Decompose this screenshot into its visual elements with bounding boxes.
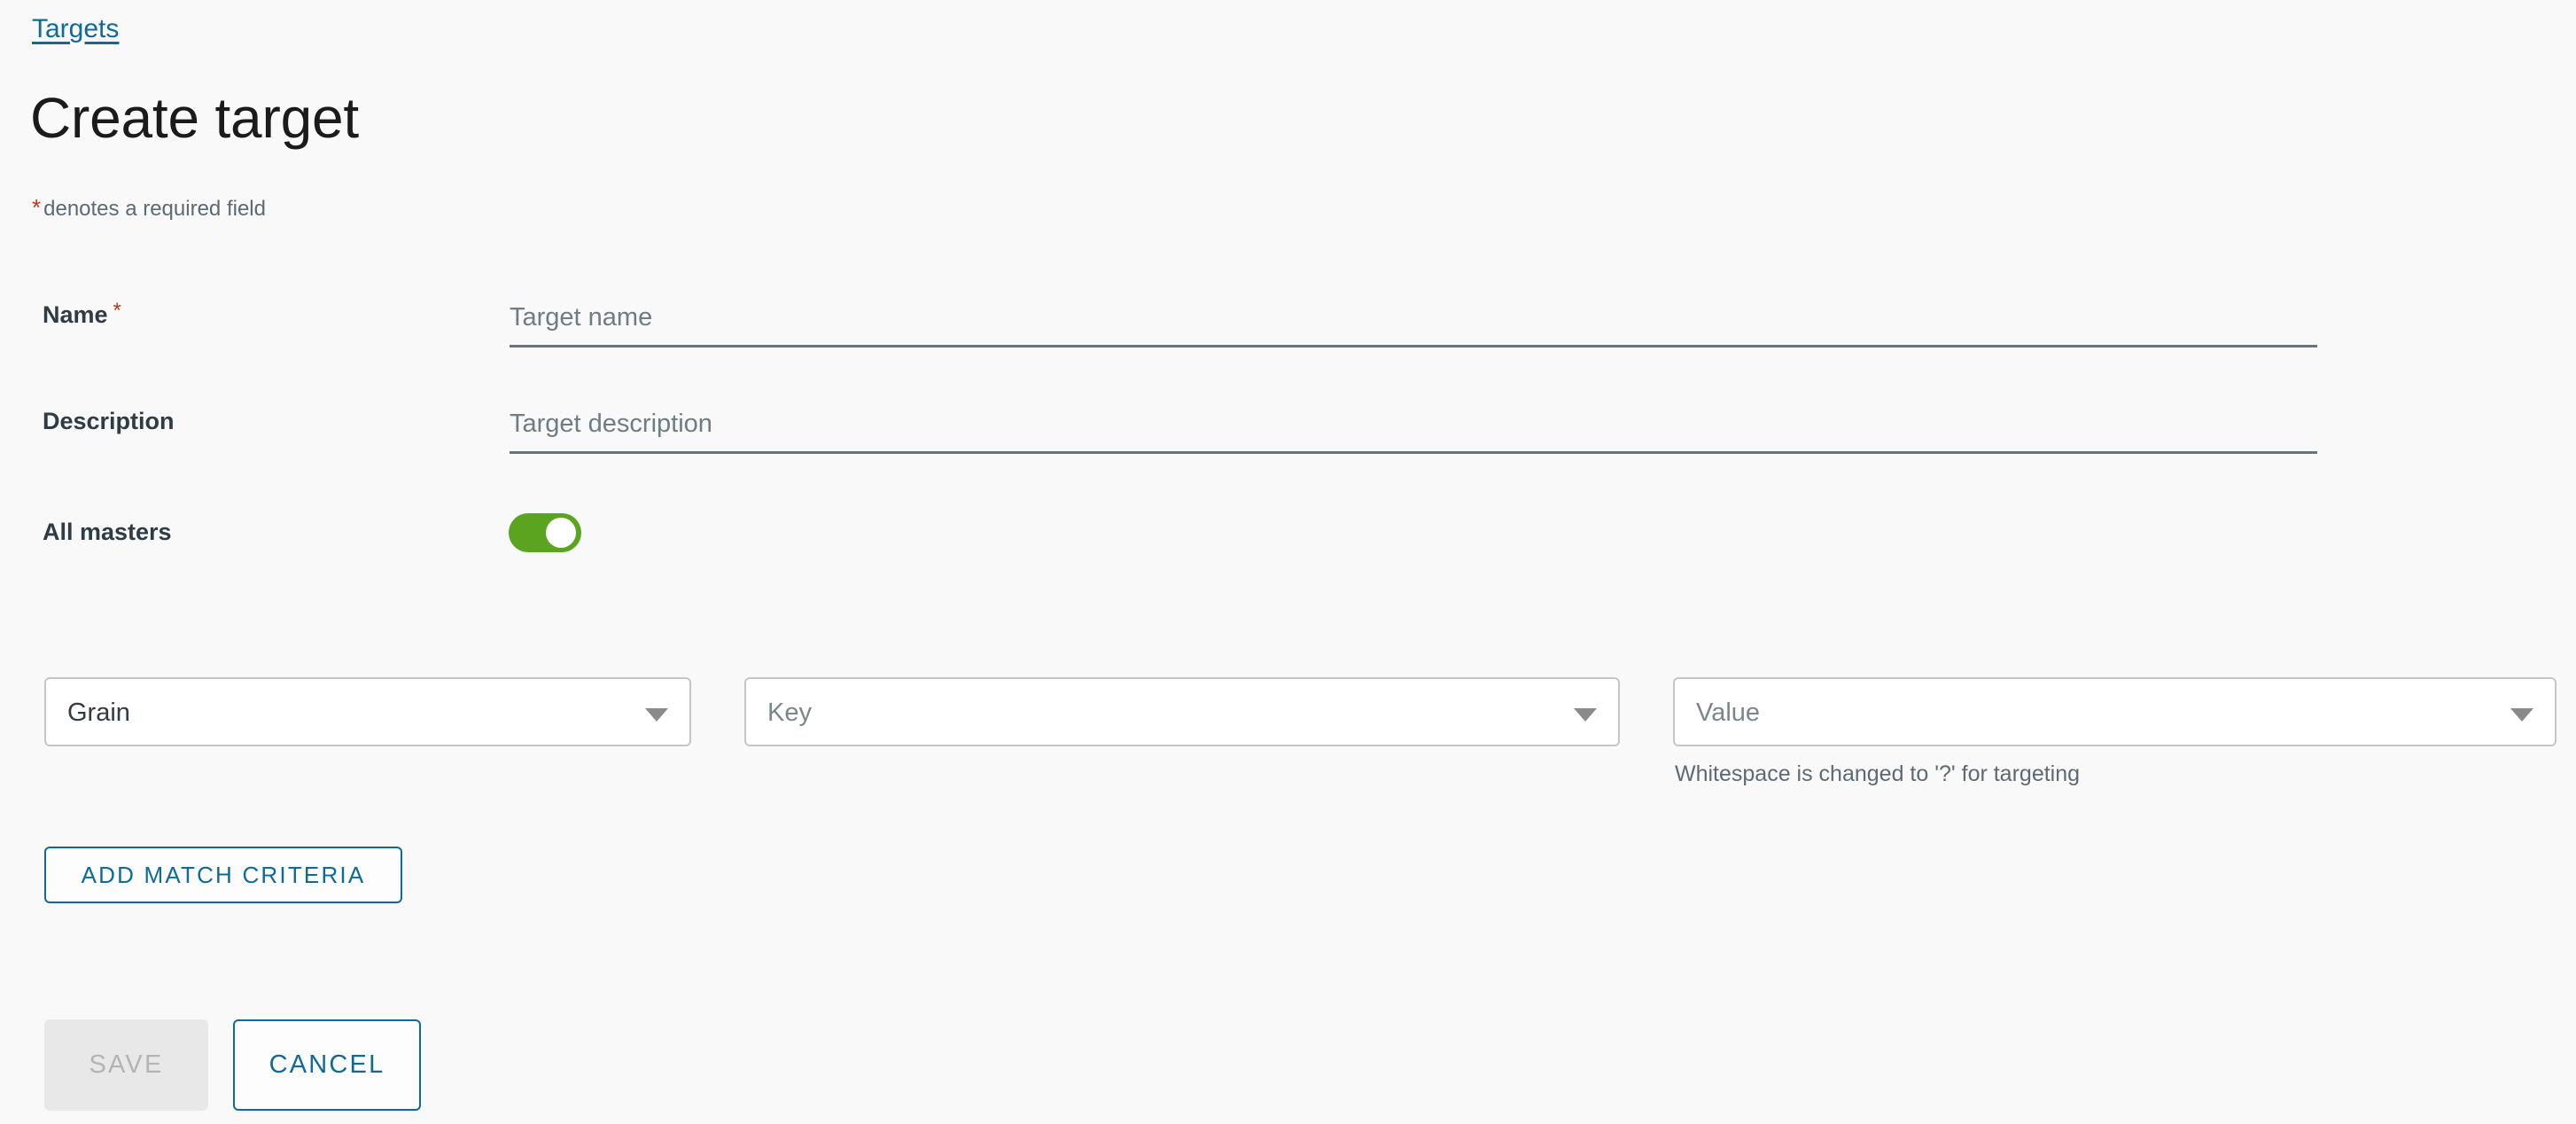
key-select-value: Key: [767, 699, 812, 727]
create-target-page: Targets Create target * denotes a require…: [0, 0, 2576, 1124]
label-description: Description: [43, 408, 175, 434]
name-input[interactable]: [510, 293, 2317, 342]
breadcrumb-link-targets[interactable]: Targets: [32, 14, 119, 43]
chevron-down-icon: [2510, 708, 2533, 722]
description-input-wrap: [510, 399, 2317, 454]
match-criteria-row: Grain Key Value: [0, 677, 2576, 792]
name-input-wrap: [510, 293, 2317, 347]
key-select[interactable]: Key: [744, 677, 1620, 746]
label-all-masters: All masters: [43, 519, 172, 545]
required-field-note: * denotes a required field: [32, 195, 266, 222]
name-required-asterisk-icon: *: [113, 299, 121, 323]
label-name-text: Name: [43, 301, 108, 328]
value-select-hint: Whitespace is changed to '?' for targeti…: [1675, 761, 2081, 786]
label-name: Name *: [43, 299, 121, 332]
form-row-name: Name *: [0, 293, 2576, 355]
form-row-description: Description: [0, 399, 2576, 461]
description-input[interactable]: [510, 399, 2317, 449]
cancel-button[interactable]: CANCEL: [233, 1019, 421, 1111]
save-button[interactable]: SAVE: [44, 1019, 208, 1111]
grain-select[interactable]: Grain: [44, 677, 691, 746]
chevron-down-icon: [645, 708, 668, 722]
value-select[interactable]: Value: [1673, 677, 2557, 746]
page-title: Create target: [30, 86, 359, 150]
form-row-all-masters: All masters: [0, 510, 2576, 572]
value-select-value: Value: [1696, 699, 1761, 727]
all-masters-toggle[interactable]: [509, 513, 581, 552]
chevron-down-icon: [1574, 708, 1597, 722]
required-asterisk-icon: *: [32, 194, 42, 221]
required-note-text: denotes a required field: [43, 197, 266, 221]
grain-select-value: Grain: [67, 699, 130, 727]
add-match-criteria-button[interactable]: ADD MATCH CRITERIA: [44, 847, 402, 903]
breadcrumb: Targets: [32, 14, 119, 44]
toggle-knob: [546, 518, 576, 548]
